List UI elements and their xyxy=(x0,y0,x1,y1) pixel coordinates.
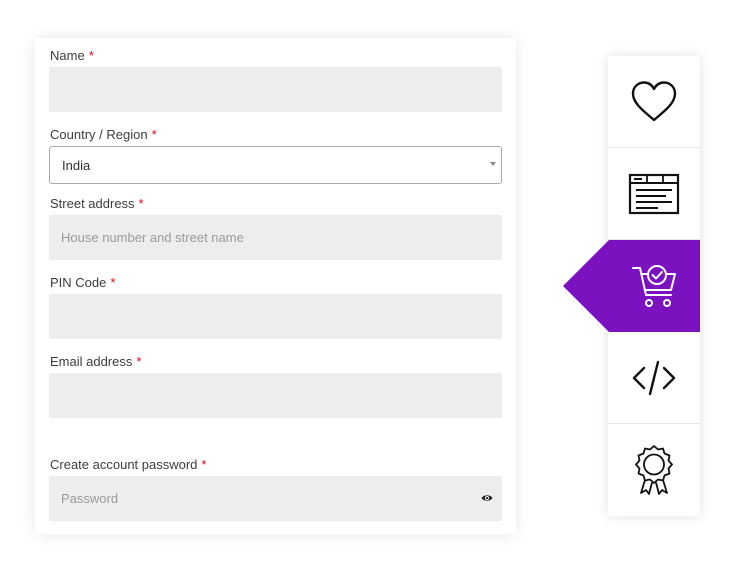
cart-check-icon xyxy=(631,265,676,307)
country-label: Country / Region * xyxy=(50,127,157,142)
sidebar-item-wishlist[interactable] xyxy=(608,56,700,148)
checkout-form: Name * Country / Region * India Street add… xyxy=(35,38,516,534)
required-mark: * xyxy=(88,48,94,63)
password-input[interactable]: Password xyxy=(49,476,502,521)
code-icon xyxy=(632,360,676,395)
sidebar-item-ecommerce-active[interactable] xyxy=(563,240,700,332)
sidebar-item-certification[interactable] xyxy=(608,424,700,516)
country-selected-value: India xyxy=(62,157,91,173)
award-badge-icon xyxy=(635,445,673,495)
name-label: Name * xyxy=(50,48,94,63)
country-select[interactable]: India xyxy=(49,146,502,184)
name-input[interactable] xyxy=(49,67,502,112)
street-label: Street address * xyxy=(50,196,144,211)
password-placeholder: Password xyxy=(61,491,119,506)
required-mark: * xyxy=(201,457,207,472)
dropdown-arrow-icon xyxy=(490,162,496,166)
email-label: Email address * xyxy=(50,354,142,369)
required-mark: * xyxy=(110,275,116,290)
required-mark: * xyxy=(136,354,142,369)
show-password-eye-icon[interactable] xyxy=(481,493,493,503)
sidebar-item-code[interactable] xyxy=(608,332,700,424)
password-label: Create account password * xyxy=(50,457,207,472)
pin-label: PIN Code * xyxy=(50,275,116,290)
street-input[interactable]: House number and street name xyxy=(49,215,502,260)
browser-window-icon xyxy=(628,173,680,214)
street-placeholder: House number and street name xyxy=(61,230,244,245)
pin-input[interactable] xyxy=(49,294,502,339)
heart-icon xyxy=(631,80,677,121)
required-mark: * xyxy=(138,196,144,211)
required-mark: * xyxy=(151,127,157,142)
sidebar-item-web-page[interactable] xyxy=(608,148,700,240)
email-input[interactable] xyxy=(49,373,502,418)
